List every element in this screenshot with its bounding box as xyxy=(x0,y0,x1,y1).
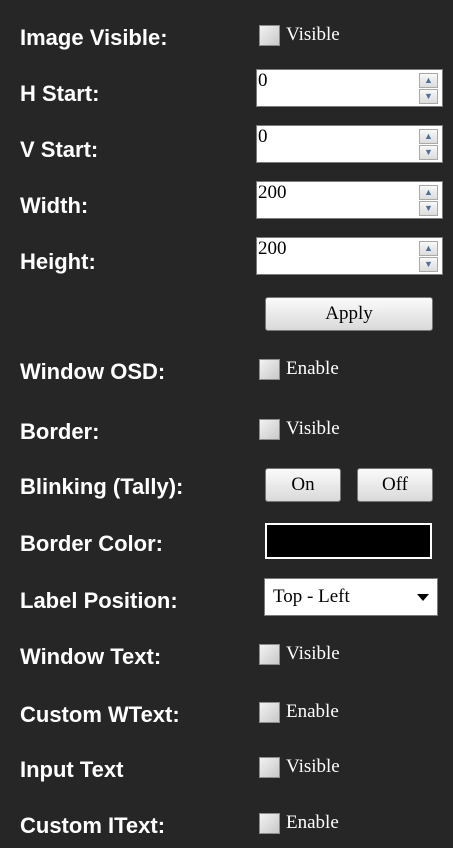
border-label: Border: xyxy=(20,419,100,444)
spin-down-icon[interactable]: ▼ xyxy=(419,145,438,160)
spin-down-icon[interactable]: ▼ xyxy=(419,89,438,104)
chevron-down-icon[interactable] xyxy=(417,594,429,601)
blinking-label: Blinking (Tally): xyxy=(20,474,184,499)
border-checkbox-label[interactable]: Visible xyxy=(286,418,340,440)
custom-itext-checkbox[interactable] xyxy=(259,812,280,834)
border-color-picker[interactable] xyxy=(265,523,432,559)
h-start-arrows: ▲ ▼ xyxy=(419,73,438,104)
spin-up-icon[interactable]: ▲ xyxy=(419,185,438,200)
spin-up-icon[interactable]: ▲ xyxy=(419,129,438,144)
custom-wtext-checkbox-label[interactable]: Enable xyxy=(286,701,339,723)
custom-itext-checkbox-group[interactable]: Enable xyxy=(259,812,339,834)
label-position-label: Label Position: xyxy=(20,588,178,613)
spin-down-icon[interactable]: ▼ xyxy=(419,201,438,216)
custom-wtext-label: Custom WText: xyxy=(20,702,180,727)
spin-down-icon[interactable]: ▼ xyxy=(419,257,438,272)
h-start-value[interactable]: 0 xyxy=(258,70,268,92)
input-text-checkbox-group[interactable]: Visible xyxy=(259,756,340,778)
window-osd-label: Window OSD: xyxy=(20,359,166,384)
window-osd-checkbox-label[interactable]: Enable xyxy=(286,358,339,380)
spin-up-icon[interactable]: ▲ xyxy=(419,73,438,88)
h-start-label: H Start: xyxy=(20,81,100,106)
v-start-value[interactable]: 0 xyxy=(258,126,268,148)
input-text-checkbox[interactable] xyxy=(259,756,280,778)
custom-wtext-checkbox[interactable] xyxy=(259,701,280,723)
image-visible-checkbox-label[interactable]: Visible xyxy=(286,24,340,46)
v-start-spinner[interactable]: 0 ▲ ▼ xyxy=(256,125,443,163)
border-checkbox-group[interactable]: Visible xyxy=(259,418,340,440)
window-osd-checkbox[interactable] xyxy=(259,358,280,380)
v-start-label: V Start: xyxy=(20,137,99,162)
custom-itext-label: Custom IText: xyxy=(20,813,166,838)
window-text-checkbox[interactable] xyxy=(259,643,280,665)
width-value[interactable]: 200 xyxy=(258,182,287,204)
height-label: Height: xyxy=(20,249,96,274)
window-text-checkbox-group[interactable]: Visible xyxy=(259,643,340,665)
window-osd-checkbox-group[interactable]: Enable xyxy=(259,358,339,380)
blinking-on-button[interactable]: On xyxy=(265,468,341,502)
input-text-label: Input Text xyxy=(20,757,124,782)
label-position-selected[interactable]: Top - Left xyxy=(273,586,350,608)
width-spinner[interactable]: 200 ▲ ▼ xyxy=(256,181,443,219)
v-start-arrows: ▲ ▼ xyxy=(419,129,438,160)
height-arrows: ▲ ▼ xyxy=(419,241,438,272)
osd-settings-panel: Image Visible: Visible H Start: 0 ▲ ▼ V … xyxy=(0,0,453,848)
border-checkbox[interactable] xyxy=(259,418,280,440)
apply-button[interactable]: Apply xyxy=(265,297,433,331)
width-label: Width: xyxy=(20,193,89,218)
image-visible-checkbox-group[interactable]: Visible xyxy=(259,24,340,46)
border-color-label: Border Color: xyxy=(20,531,163,556)
spin-up-icon[interactable]: ▲ xyxy=(419,241,438,256)
input-text-checkbox-label[interactable]: Visible xyxy=(286,756,340,778)
window-text-label: Window Text: xyxy=(20,644,162,669)
custom-itext-checkbox-label[interactable]: Enable xyxy=(286,812,339,834)
width-arrows: ▲ ▼ xyxy=(419,185,438,216)
window-text-checkbox-label[interactable]: Visible xyxy=(286,643,340,665)
height-spinner[interactable]: 200 ▲ ▼ xyxy=(256,237,443,275)
custom-wtext-checkbox-group[interactable]: Enable xyxy=(259,701,339,723)
image-visible-label: Image Visible: xyxy=(20,25,168,50)
blinking-off-button[interactable]: Off xyxy=(357,468,433,502)
image-visible-checkbox[interactable] xyxy=(259,24,280,46)
height-value[interactable]: 200 xyxy=(258,238,287,260)
label-position-select[interactable]: Top - Left xyxy=(264,578,438,616)
h-start-spinner[interactable]: 0 ▲ ▼ xyxy=(256,69,443,107)
